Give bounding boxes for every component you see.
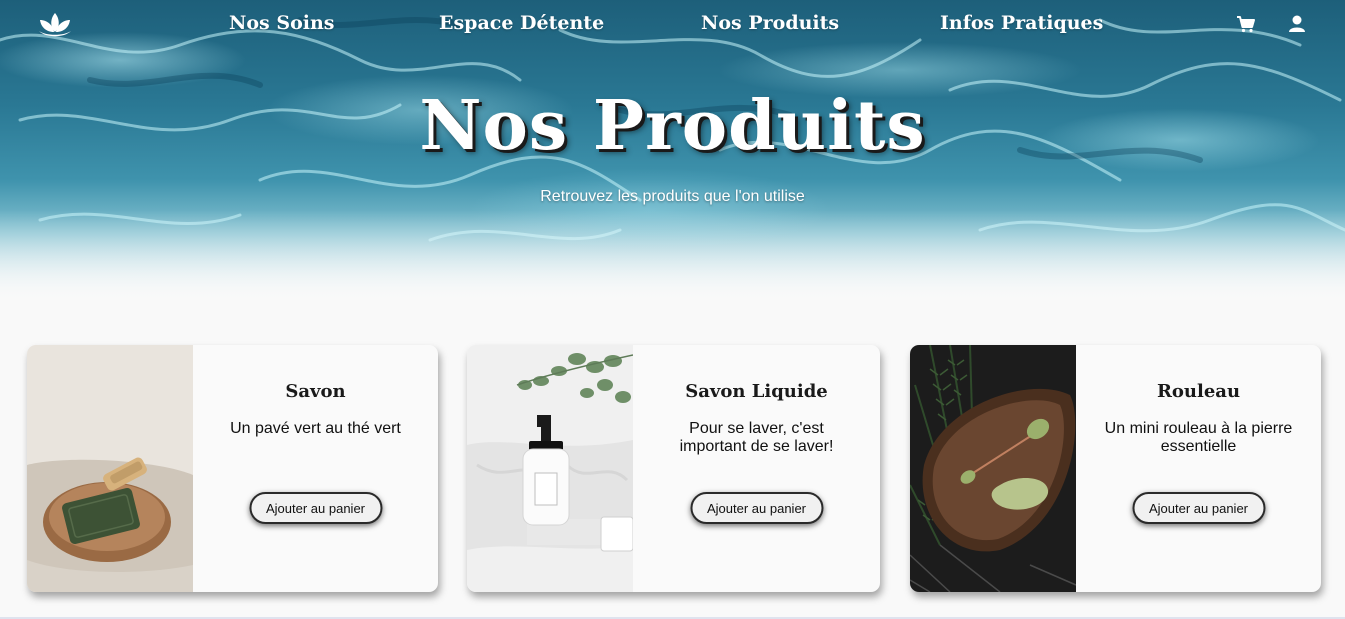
product-card-savon-liquide: Savon Liquide Pour se laver, c'est impor… <box>467 345 880 592</box>
product-name: Rouleau <box>1156 381 1241 402</box>
product-card-body: Savon Liquide Pour se laver, c'est impor… <box>633 345 880 592</box>
hero-banner: Nos Soins Espace Détente Nos Produits In… <box>0 0 1345 300</box>
nav-link-espace-detente[interactable]: Espace Détente <box>439 12 604 34</box>
product-card-rouleau: Rouleau Un mini rouleau à la pierre esse… <box>910 345 1321 592</box>
nav-link-nos-soins[interactable]: Nos Soins <box>229 12 334 34</box>
user-icon[interactable] <box>1287 14 1307 34</box>
product-name: Savon Liquide <box>685 381 828 402</box>
add-to-cart-button[interactable]: Ajouter au panier <box>248 492 383 524</box>
product-description: Un pavé vert au thé vert <box>230 420 401 437</box>
add-to-cart-button[interactable]: Ajouter au panier <box>689 492 824 524</box>
hero-fade <box>0 210 1345 300</box>
add-to-cart-button[interactable]: Ajouter au panier <box>1131 492 1266 524</box>
lotus-icon[interactable] <box>36 10 74 38</box>
nav-link-infos-pratiques[interactable]: Infos Pratiques <box>940 12 1103 34</box>
page-subtitle: Retrouvez les produits que l'on utilise <box>540 188 805 205</box>
product-card-savon: Savon Un pavé vert au thé vert Ajouter a… <box>27 345 438 592</box>
jade-roller-photo <box>910 345 1076 592</box>
soap-bar-photo <box>27 345 193 592</box>
liquid-soap-bottle-photo <box>467 345 633 592</box>
page-title: Nos Produits <box>419 86 926 166</box>
product-description: Un mini rouleau à la pierre essentielle <box>1104 420 1293 455</box>
product-name: Savon <box>285 381 346 402</box>
product-card-body: Rouleau Un mini rouleau à la pierre esse… <box>1076 345 1321 592</box>
product-description: Pour se laver, c'est important de se lav… <box>679 420 834 455</box>
product-card-body: Savon Un pavé vert au thé vert Ajouter a… <box>193 345 438 592</box>
nav-link-nos-produits[interactable]: Nos Produits <box>701 12 839 34</box>
cart-icon[interactable] <box>1236 14 1256 34</box>
